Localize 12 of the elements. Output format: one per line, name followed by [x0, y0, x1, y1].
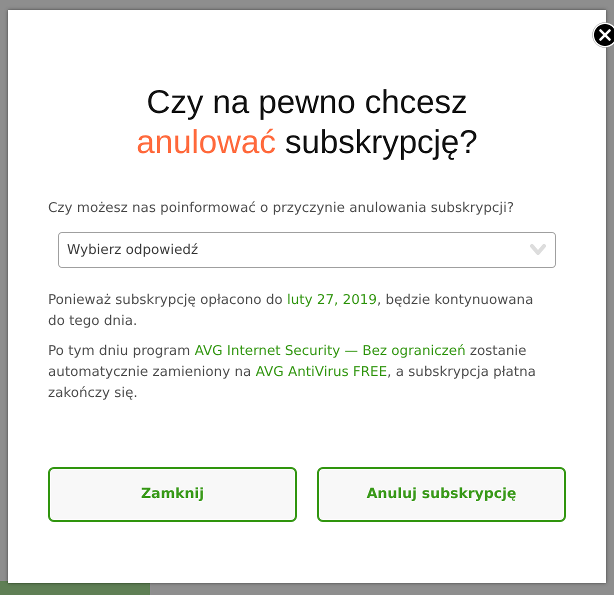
close-icon[interactable] — [592, 22, 614, 48]
chevron-down-icon — [530, 243, 546, 258]
close-button[interactable]: Zamknij — [48, 467, 297, 522]
cancel-subscription-button[interactable]: Anuluj subskrypcję — [317, 467, 566, 522]
link[interactable]: AVG AntiVirus FREE — [256, 364, 388, 380]
dialog-title: Czy na pewno chcesz anulować subskrypcję? — [135, 82, 479, 162]
info-paragraph: Po tym dniu program AVG Internet Security — Bez ograniczeń zostanie automatycznie zamieniony na AVG AntiVirus FREE, a subskrypcja płatna zakończy się. — [48, 342, 537, 404]
info-paragraph: Ponieważ subskrypcję opłacono do luty 27, 2019, będzie kontynuowana do tego dnia. — [48, 291, 534, 332]
link[interactable]: luty 27, 2019 — [286, 292, 377, 308]
question-text: Czy możesz nas poinformować o przyczynie anulowania subskrypcji? — [48, 199, 515, 218]
link[interactable]: AVG Internet Security — Bez ograniczeń — [194, 343, 466, 360]
reason-dropdown[interactable]: Wybierz odpowiedź — [58, 232, 556, 268]
